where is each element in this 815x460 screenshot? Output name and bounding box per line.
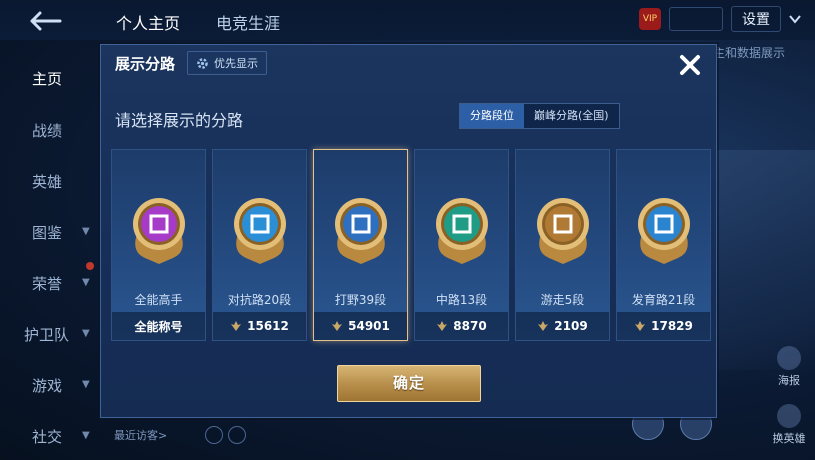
lane-score-bar: 17829 <box>617 312 710 340</box>
dialog-subtitle: 请选择展示的分路 <box>115 111 244 130</box>
score-wings-icon <box>437 321 448 331</box>
lane-card[interactable]: 游走5段 2109 <box>515 149 610 341</box>
hero-artwork <box>716 150 815 370</box>
account-info-box[interactable] <box>669 7 723 31</box>
change-hero-label: 换英雄 <box>772 432 806 445</box>
priority-display-button[interactable]: 优先显示 <box>187 51 267 75</box>
lane-display-dialog: 展示分路 优先显示 请选择展示的分路 分路段位 巅峰分路(全国) 全能高手全能称… <box>100 44 717 418</box>
priority-display-label: 优先显示 <box>214 57 258 70</box>
tab-esports-career[interactable]: 电竞生涯 <box>216 10 280 34</box>
score-wings-icon <box>538 321 549 331</box>
top-right-group: VIP 设置 <box>639 6 801 32</box>
score-wings-icon <box>231 321 242 331</box>
toggle-peak-lane-national[interactable]: 巅峰分路(全国) <box>524 104 619 128</box>
lane-score: 15612 <box>247 319 289 333</box>
score-wings-icon <box>332 321 343 331</box>
lane-card-label: 中路13段 <box>435 293 488 307</box>
score-wings-icon <box>635 321 646 331</box>
confirm-button[interactable]: 确定 <box>337 365 481 402</box>
dialog-header: 展示分路 优先显示 <box>101 45 716 83</box>
chevron-down-icon: ▼ <box>82 277 90 288</box>
sidebar-item-codex[interactable]: 图鉴 <box>32 222 62 243</box>
sidebar-item-record[interactable]: 战绩 <box>32 120 62 141</box>
lane-card-label: 对抗路20段 <box>227 293 292 307</box>
chevron-down-icon: ▼ <box>82 328 90 339</box>
toggle-lane-rank[interactable]: 分路段位 <box>460 104 524 128</box>
mid-lane-icon <box>436 198 488 264</box>
roam-icon <box>537 198 589 264</box>
recent-visitors-link[interactable]: 最近访客> <box>114 427 167 443</box>
tab-profile[interactable]: 个人主页 <box>116 10 180 34</box>
clash-lane-icon <box>234 198 286 264</box>
sidebar-item-guard-team[interactable]: 护卫队 <box>24 324 69 345</box>
top-bar: 个人主页 电竞生涯 VIP 设置 <box>0 0 815 40</box>
lane-score: 2109 <box>554 319 588 333</box>
lane-card-label: 打野39段 <box>334 293 387 307</box>
lane-score-bar: 15612 <box>213 312 306 340</box>
lane-score-bar: 2109 <box>516 312 609 340</box>
lane-score-bar: 54901 <box>314 312 407 340</box>
change-hero-button[interactable]: 换英雄 <box>766 404 812 446</box>
chevron-down-icon[interactable] <box>789 14 801 24</box>
lane-mode-toggle: 分路段位 巅峰分路(全国) <box>459 103 620 129</box>
lane-card-label: 发育路21段 <box>631 293 696 307</box>
dialog-title: 展示分路 <box>115 55 176 73</box>
settings-button[interactable]: 设置 <box>731 6 781 32</box>
lane-score: 全能称号 <box>134 319 183 334</box>
lane-card-label: 游走5段 <box>540 293 585 307</box>
back-arrow-icon[interactable] <box>22 10 66 32</box>
lane-score: 8870 <box>453 319 487 333</box>
lane-score-bar: 8870 <box>415 312 508 340</box>
all-round-icon <box>133 198 185 264</box>
vip-icon: VIP <box>639 8 661 30</box>
poster-label: 海报 <box>778 374 800 387</box>
lane-card-label: 全能高手 <box>134 293 183 307</box>
sidebar-item-social[interactable]: 社交 <box>32 426 62 447</box>
lane-card[interactable]: 打野39段 54901 <box>313 149 408 341</box>
jungle-icon <box>335 198 387 264</box>
visitor-avatar[interactable] <box>228 426 246 444</box>
farm-lane-icon <box>638 198 690 264</box>
sidebar-item-honor[interactable]: 荣誉 <box>32 273 62 294</box>
chevron-down-icon: ▼ <box>82 226 90 237</box>
sidebar-item-heroes[interactable]: 英雄 <box>32 171 62 192</box>
lane-card[interactable]: 对抗路20段 15612 <box>212 149 307 341</box>
sidebar-item-games[interactable]: 游戏 <box>32 375 62 396</box>
lane-card[interactable]: 发育路21段 17829 <box>616 149 711 341</box>
notification-dot <box>86 262 94 270</box>
data-display-hint: 主和数据展示 <box>712 46 785 60</box>
lane-score: 54901 <box>348 319 390 333</box>
change-hero-icon <box>777 404 801 428</box>
gear-icon <box>197 57 208 69</box>
lane-score-bar: 全能称号 <box>112 312 205 340</box>
chevron-down-icon: ▼ <box>82 430 90 441</box>
lane-card[interactable]: 全能高手 全能称号 <box>111 149 206 341</box>
visitor-avatar[interactable] <box>205 426 223 444</box>
close-icon[interactable] <box>675 50 705 80</box>
lane-card[interactable]: 中路13段 8870 <box>414 149 509 341</box>
poster-icon <box>777 346 801 370</box>
lane-score: 17829 <box>651 319 693 333</box>
poster-button[interactable]: 海报 <box>766 346 812 388</box>
sidebar-item-home[interactable]: 主页 <box>32 68 62 89</box>
chevron-down-icon: ▼ <box>82 379 90 390</box>
